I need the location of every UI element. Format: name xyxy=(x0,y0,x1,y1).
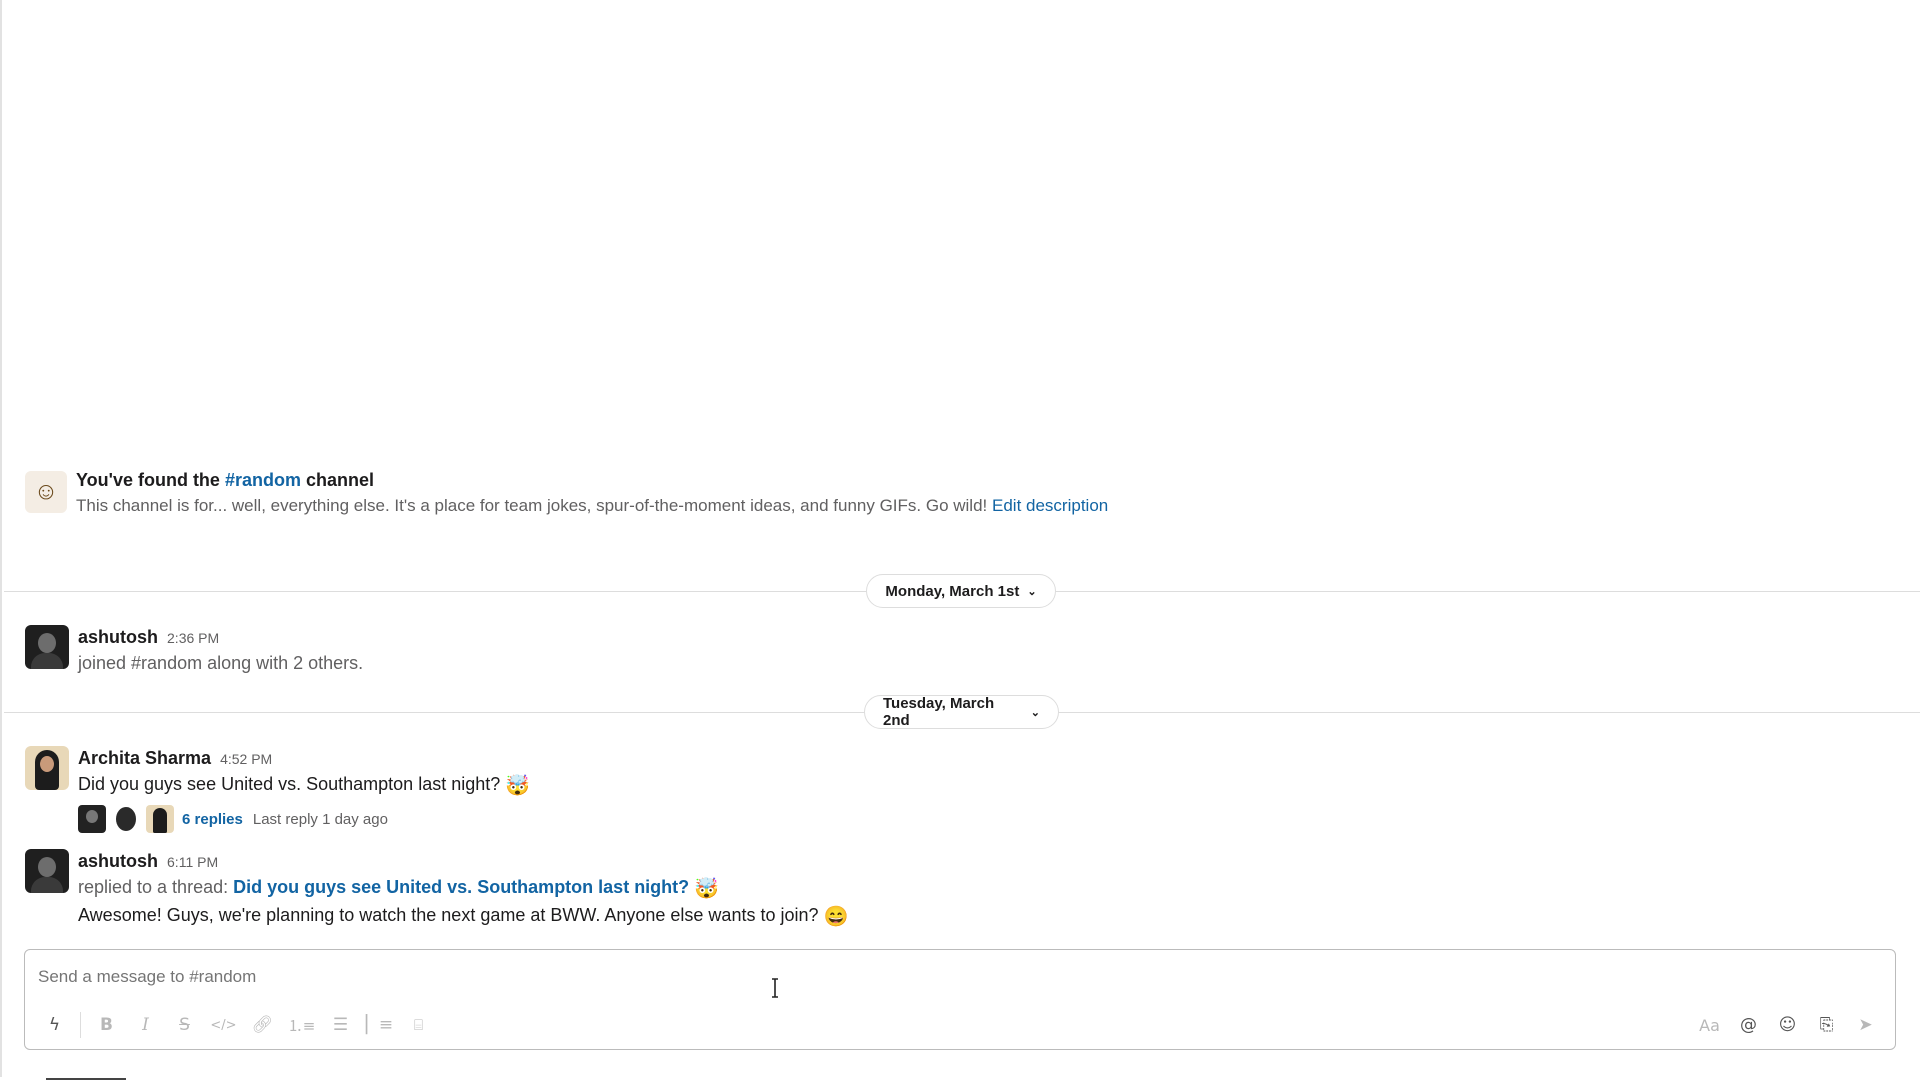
grinning-emoji: 😄 xyxy=(823,906,849,928)
chevron-down-icon: ⌄ xyxy=(1030,706,1040,719)
send-icon[interactable]: ➤ xyxy=(1846,1009,1885,1041)
message-timestamp[interactable]: 6:11 PM xyxy=(167,850,218,874)
lightning-icon[interactable]: ϟ xyxy=(35,1009,74,1041)
intro-title-prefix: You've found the xyxy=(76,470,220,490)
intro-title-suffix: channel xyxy=(306,470,375,490)
message-input[interactable] xyxy=(38,964,1638,990)
sender-name[interactable]: Archita Sharma xyxy=(78,746,211,770)
replies-link[interactable]: 6 replies xyxy=(182,811,243,828)
chevron-down-icon: ⌄ xyxy=(1027,585,1037,598)
strikethrough-icon[interactable]: S xyxy=(165,1009,204,1041)
avatar[interactable] xyxy=(25,625,69,669)
message-item: ashutosh 2:36 PM joined #random along wi… xyxy=(25,625,363,676)
smiley-icon: ☺ xyxy=(25,471,67,513)
reply-avatar xyxy=(112,805,140,833)
message-text: Did you guys see United vs. Southampton … xyxy=(78,771,530,799)
intro-description: This channel is for... well, everything … xyxy=(76,493,1108,519)
sender-name[interactable]: ashutosh xyxy=(78,625,158,649)
message-pane: ☺ You've found the #random channel This … xyxy=(2,0,1920,940)
date-divider[interactable]: Tuesday, March 2nd ⌄ xyxy=(864,695,1059,729)
exploding-head-emoji: 🤯 xyxy=(505,775,531,797)
avatar[interactable] xyxy=(25,746,69,790)
emoji-icon[interactable]: ☺ xyxy=(1768,1009,1807,1041)
last-reply-text: Last reply 1 day ago xyxy=(252,810,388,828)
message-body: Did you guys see United vs. Southampton … xyxy=(78,774,501,794)
link-icon[interactable]: 🔗︎ xyxy=(243,1009,282,1041)
blockquote-icon[interactable]: ▏≡ xyxy=(360,1009,399,1041)
code-block-icon[interactable]: ⌸ xyxy=(399,1009,438,1041)
mention-icon[interactable]: @ xyxy=(1729,1009,1768,1041)
message-item: Archita Sharma 4:52 PM Did you guys see … xyxy=(25,746,530,833)
bold-icon[interactable]: B xyxy=(87,1009,126,1041)
avatar[interactable] xyxy=(25,849,69,893)
message-timestamp[interactable]: 4:52 PM xyxy=(220,747,272,771)
channel-link[interactable]: #random xyxy=(225,470,301,490)
numbered-list-icon[interactable]: ⒈≡ xyxy=(282,1009,321,1041)
thread-summary[interactable]: 6 replies Last reply 1 day ago xyxy=(78,805,530,833)
message-timestamp[interactable]: 2:36 PM xyxy=(167,626,219,650)
code-icon[interactable]: </> xyxy=(204,1009,243,1041)
message-text: Awesome! Guys, we're planning to watch t… xyxy=(78,902,848,930)
message-text: joined #random along with 2 others. xyxy=(78,653,364,673)
channel-description: This channel is for... well, everything … xyxy=(76,496,988,515)
message-item: ashutosh 6:11 PM replied to a thread: Di… xyxy=(25,849,848,930)
text-cursor-icon xyxy=(772,978,778,998)
italic-icon[interactable]: I xyxy=(126,1009,165,1041)
thread-link[interactable]: Did you guys see United vs. Southampton … xyxy=(233,877,689,897)
thread-reply-line: replied to a thread: Did you guys see Un… xyxy=(78,874,848,902)
formatting-icon[interactable]: Aa xyxy=(1690,1009,1729,1041)
replied-prefix: replied to a thread: xyxy=(78,877,229,897)
date-divider[interactable]: Monday, March 1st ⌄ xyxy=(866,574,1056,608)
sender-name[interactable]: ashutosh xyxy=(78,849,158,873)
message-body: Awesome! Guys, we're planning to watch t… xyxy=(78,905,819,925)
toolbar-separator xyxy=(80,1012,81,1038)
date-divider-label: Monday, March 1st xyxy=(885,582,1020,600)
reply-avatar xyxy=(146,805,174,833)
bulleted-list-icon[interactable]: ☰ xyxy=(321,1009,360,1041)
reply-avatar xyxy=(78,805,106,833)
message-composer: ϟ B I S </> 🔗︎ ⒈≡ ☰ ▏≡ ⌸ Aa @ ☺ ⎘ ➤ xyxy=(24,949,1896,1050)
exploding-head-emoji: 🤯 xyxy=(694,878,720,900)
date-divider-label: Tuesday, March 2nd xyxy=(883,695,995,729)
channel-intro: ☺ You've found the #random channel This … xyxy=(25,467,1108,519)
intro-title: You've found the #random channel xyxy=(76,467,1108,493)
edit-description-link[interactable]: Edit description xyxy=(992,496,1108,515)
attachment-icon[interactable]: ⎘ xyxy=(1807,1009,1846,1041)
composer-toolbar: ϟ B I S </> 🔗︎ ⒈≡ ☰ ▏≡ ⌸ Aa @ ☺ ⎘ ➤ xyxy=(25,1001,1895,1049)
